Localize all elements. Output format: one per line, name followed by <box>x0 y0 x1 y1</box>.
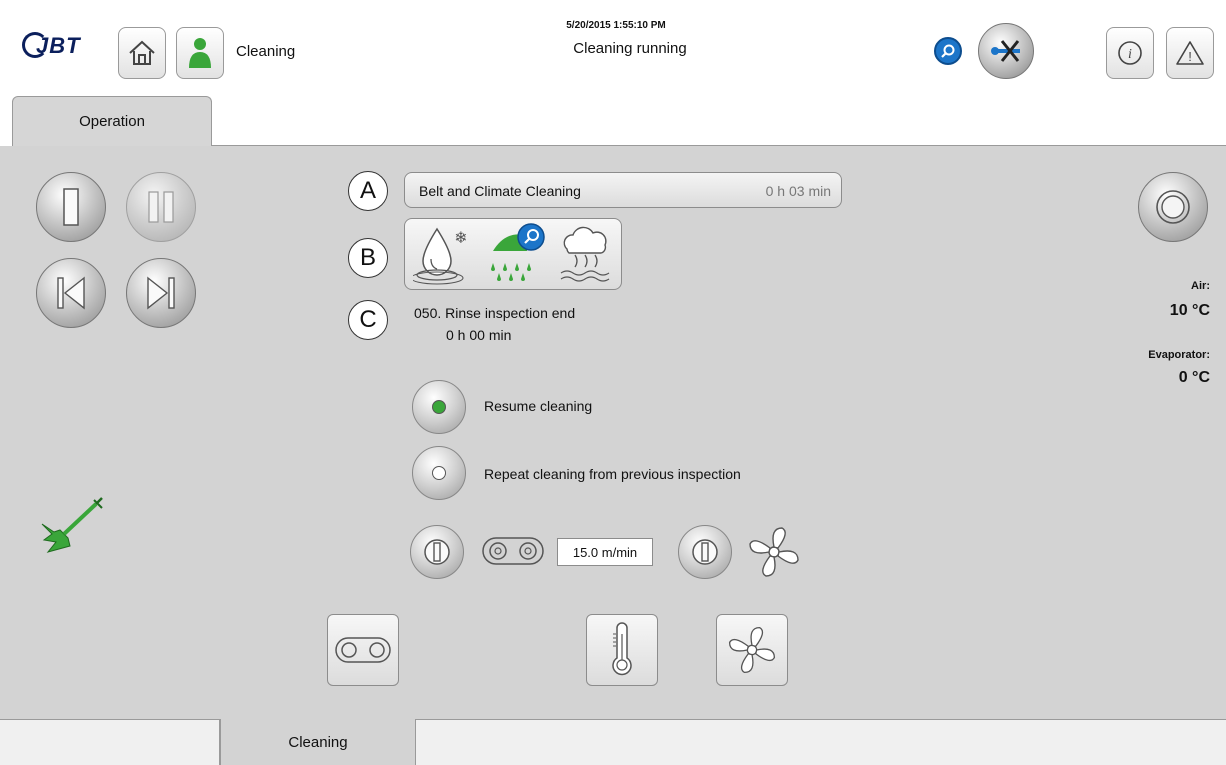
fan-settings-button[interactable] <box>716 614 788 686</box>
start-button[interactable] <box>36 172 106 242</box>
belt-settings-button[interactable] <box>327 614 399 686</box>
home-icon <box>129 40 155 65</box>
program-remaining-time: 0 h 03 min <box>765 183 831 199</box>
belt-speed-field[interactable]: 15.0 m/min <box>557 538 653 566</box>
resume-cleaning-label: Resume cleaning <box>484 398 593 414</box>
cleaning-phase-icons: ❄ <box>404 218 622 290</box>
user-icon <box>189 38 211 68</box>
repeat-cleaning-button[interactable] <box>412 446 466 500</box>
selected-indicator-icon <box>432 400 446 414</box>
defrost-water-icon: ❄ <box>413 227 468 285</box>
skip-forward-icon <box>147 276 175 310</box>
fan-icon <box>749 527 799 577</box>
pause-icon <box>148 191 174 223</box>
user-button[interactable] <box>176 27 224 79</box>
belt-power-button[interactable] <box>410 525 464 579</box>
current-step: 050. Rinse inspection end <box>414 305 576 321</box>
previous-step-button[interactable] <box>36 258 106 328</box>
air-temperature: 10 °C <box>1169 302 1210 319</box>
spray-rinse-icon <box>491 223 545 281</box>
stop-icon <box>1156 190 1190 224</box>
jbt-logo: JBT <box>22 30 104 64</box>
info-icon: i <box>1118 41 1142 65</box>
svg-text:!: ! <box>1188 49 1192 64</box>
cleaning-program-bar[interactable]: Belt and Climate Cleaning 0 h 03 min <box>404 172 842 208</box>
program-name: Belt and Climate Cleaning <box>419 183 581 199</box>
info-button[interactable]: i <box>1106 27 1154 79</box>
alarm-button[interactable]: ! <box>1166 27 1214 79</box>
power-toggle-icon <box>424 539 450 565</box>
marker-a: A <box>348 171 388 211</box>
timestamp: 5/20/2015 1:55:10 PM <box>566 20 666 31</box>
fan-power-button[interactable] <box>678 525 732 579</box>
tab-operation[interactable]: Operation <box>12 96 212 146</box>
power-toggle-icon <box>692 539 718 565</box>
air-label: Air: <box>1191 280 1210 292</box>
resume-cleaning-button[interactable] <box>412 380 466 434</box>
conveyor-belt-icon <box>482 537 544 565</box>
repeat-cleaning-label: Repeat cleaning from previous inspection <box>484 466 741 482</box>
thermometer-icon <box>612 622 632 676</box>
svg-text:i: i <box>1128 47 1132 62</box>
temperature-settings-button[interactable] <box>586 614 658 686</box>
cleaning-hose-icon <box>41 497 103 553</box>
conveyor-belt-icon <box>335 637 391 663</box>
evaporator-label: Evaporator: <box>1148 349 1210 361</box>
status-text: Cleaning running <box>573 40 687 57</box>
evaporator-temperature: 0 °C <box>1178 369 1210 386</box>
network-status-button[interactable] <box>978 23 1034 79</box>
fan-icon <box>728 626 776 674</box>
start-icon <box>63 188 79 226</box>
climate-dry-icon <box>560 226 610 282</box>
search-icon <box>941 44 955 58</box>
search-button[interactable] <box>934 37 962 65</box>
skip-back-icon <box>57 276 85 310</box>
user-label: Cleaning <box>236 43 296 60</box>
marker-c: C <box>348 300 388 340</box>
bottom-tab-empty[interactable] <box>0 719 220 765</box>
step-time: 0 h 00 min <box>446 327 512 343</box>
svg-text:❄: ❄ <box>454 228 467 247</box>
pause-button[interactable] <box>126 172 196 242</box>
marker-b: B <box>348 238 388 278</box>
stop-button[interactable] <box>1138 172 1208 242</box>
bottom-tab-cleaning[interactable]: Cleaning <box>220 719 416 765</box>
unselected-indicator-icon <box>432 466 446 480</box>
next-step-button[interactable] <box>126 258 196 328</box>
warning-icon: ! <box>1176 41 1204 65</box>
home-button[interactable] <box>118 27 166 79</box>
network-disconnected-icon <box>991 40 1020 62</box>
